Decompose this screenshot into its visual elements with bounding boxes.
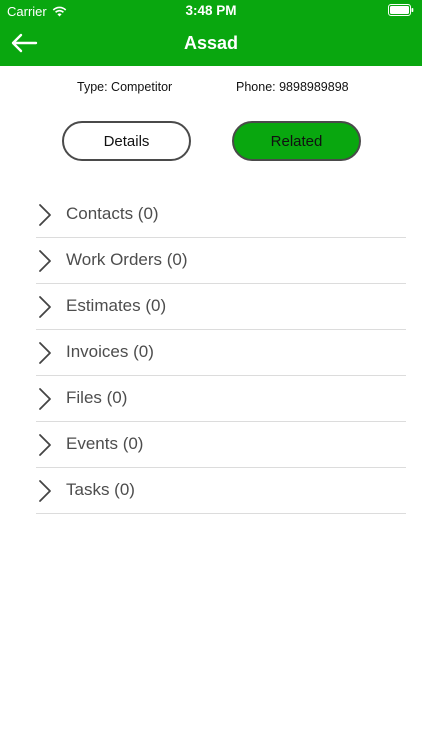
related-item-work-orders[interactable]: Work Orders (0) [36, 238, 406, 284]
related-item-label: Invoices (0) [66, 342, 154, 361]
details-tab-button[interactable]: Details [62, 121, 191, 161]
chevron-right-icon [39, 434, 51, 456]
account-info: Type: Competitor Phone: 9898989898 [0, 80, 422, 98]
status-bar: Carrier 3:48 PM [0, 0, 422, 22]
related-item-label: Estimates (0) [66, 296, 167, 315]
related-item-invoices[interactable]: Invoices (0) [36, 330, 406, 376]
chevron-right-icon [39, 480, 51, 502]
type-label: Type: Competitor [77, 80, 173, 94]
related-item-tasks[interactable]: Tasks (0) [36, 468, 406, 514]
related-item-files[interactable]: Files (0) [36, 376, 406, 422]
related-list: Contacts (0) Work Orders (0) Estimates (… [36, 192, 406, 514]
phone-label: Phone: 9898989898 [236, 80, 349, 94]
chevron-right-icon [39, 204, 51, 226]
nav-header: Carrier 3:48 PM Assad [0, 0, 422, 66]
related-item-label: Files (0) [66, 388, 128, 407]
related-item-events[interactable]: Events (0) [36, 422, 406, 468]
status-time: 3:48 PM [185, 3, 237, 18]
related-item-label: Events (0) [66, 434, 144, 453]
related-item-label: Tasks (0) [66, 480, 135, 499]
chevron-right-icon [39, 250, 51, 272]
related-item-label: Contacts (0) [66, 204, 159, 223]
related-item-estimates[interactable]: Estimates (0) [36, 284, 406, 330]
chevron-right-icon [39, 342, 51, 364]
page-title: Assad [183, 33, 239, 53]
related-item-label: Work Orders (0) [66, 250, 188, 269]
chevron-right-icon [39, 388, 51, 410]
chevron-right-icon [39, 296, 51, 318]
battery-icon [388, 4, 414, 16]
related-tab-button[interactable]: Related [232, 121, 361, 161]
related-item-contacts[interactable]: Contacts (0) [36, 192, 406, 238]
